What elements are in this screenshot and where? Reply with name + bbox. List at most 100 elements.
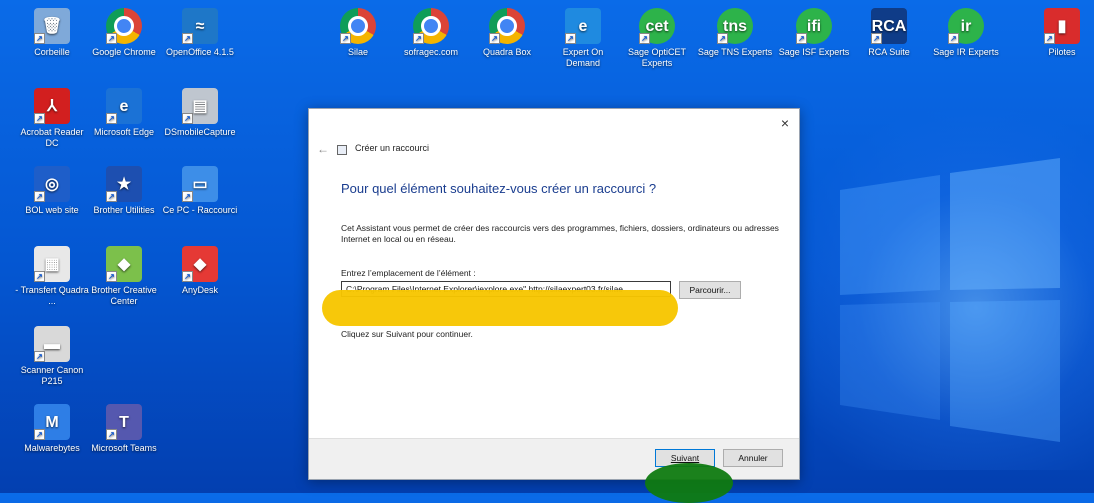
desktop-icon[interactable]: ▦ ↗ - Transfert Quadra ...	[14, 246, 90, 307]
shortcut-arrow-icon: ↗	[639, 33, 650, 44]
desktop-icon-label: Sage IR Experts	[933, 47, 999, 57]
shortcut-arrow-icon: ↗	[413, 33, 424, 44]
desktop-icon-label: Microsoft Edge	[93, 127, 155, 137]
dialog-description: Cet Assistant vous permet de créer des r…	[341, 223, 779, 244]
icon-glyph: ★	[116, 175, 132, 193]
desktop-icon-label: Expert On Demand	[562, 47, 604, 68]
desktop-icon[interactable]: ◎ ↗ BOL web site	[14, 166, 90, 216]
desktop-icon[interactable]: e ↗ Microsoft Edge	[86, 88, 162, 138]
desktop-icon-label: Sage TNS Experts	[697, 47, 773, 57]
desktop-icon[interactable]: ★ ↗ Brother Utilities	[86, 166, 162, 216]
shortcut-arrow-icon: ↗	[34, 191, 45, 202]
desktop-icon[interactable]: ▭ ↗ Ce PC - Raccourci	[162, 166, 238, 216]
desktop-icon[interactable]: ◆ ↗ AnyDesk	[162, 246, 238, 296]
desktop-icon[interactable]: tns ↗ Sage TNS Experts	[697, 8, 773, 58]
app-icon: ↗	[106, 8, 142, 44]
shortcut-icon	[337, 145, 347, 155]
icon-glyph: ≈	[195, 17, 205, 35]
icon-glyph: ifi	[806, 17, 822, 35]
shortcut-arrow-icon: ↗	[717, 33, 728, 44]
desktop-icon[interactable]: ◆ ↗ Brother Creative Center	[86, 246, 162, 307]
desktop-icon[interactable]: e ↗ Expert On Demand	[545, 8, 621, 69]
shortcut-arrow-icon: ↗	[489, 33, 500, 44]
shortcut-arrow-icon: ↗	[106, 271, 117, 282]
app-icon: ▤ ↗	[182, 88, 218, 124]
desktop-icon-label: RCA Suite	[868, 47, 910, 57]
desktop-icon[interactable]: ▤ ↗ DSmobileCapture	[162, 88, 238, 138]
desktop-icon[interactable]: T ↗ Microsoft Teams	[86, 404, 162, 454]
app-icon: tns ↗	[717, 8, 753, 44]
desktop-icon-label: DSmobileCapture	[164, 127, 236, 137]
desktop-icon-label: Sage ISF Experts	[778, 47, 850, 57]
desktop-icon-label: Sage OptiCET Experts	[627, 47, 687, 68]
icon-glyph: T	[119, 413, 129, 431]
app-icon: T ↗	[106, 404, 142, 440]
shortcut-arrow-icon: ↗	[948, 33, 959, 44]
app-icon: ir ↗	[948, 8, 984, 44]
icon-glyph: ◆	[193, 255, 207, 273]
shortcut-arrow-icon: ↗	[106, 429, 117, 440]
icon-glyph: tns	[723, 17, 747, 35]
desktop-icon[interactable]: ⅄ ↗ Acrobat Reader DC	[14, 88, 90, 149]
icon-glyph: ▦	[44, 255, 60, 273]
app-icon: ifi ↗	[796, 8, 832, 44]
desktop-icon-label: AnyDesk	[181, 285, 218, 295]
icon-glyph: 🗑	[41, 17, 63, 35]
desktop-icon-label: Pilotes	[1048, 47, 1076, 57]
shortcut-arrow-icon: ↗	[106, 191, 117, 202]
desktop-icon[interactable]: 🗑 ↗ Corbeille	[14, 8, 90, 58]
desktop-icon[interactable]: ifi ↗ Sage ISF Experts	[776, 8, 852, 58]
shortcut-arrow-icon: ↗	[182, 33, 193, 44]
shortcut-arrow-icon: ↗	[34, 429, 45, 440]
desktop-icon[interactable]: ↗ Quadra Box	[469, 8, 545, 58]
icon-glyph: M	[45, 413, 59, 431]
app-icon: ▭ ↗	[182, 166, 218, 202]
icon-glyph: cet	[645, 17, 669, 35]
desktop-icon[interactable]: ▬ ↗ Scanner Canon P215	[14, 326, 90, 387]
app-icon: ◆ ↗	[106, 246, 142, 282]
desktop-icon-label: Google Chrome	[92, 47, 156, 57]
app-icon: ↗	[340, 8, 376, 44]
desktop-icon-label: Quadra Box	[482, 47, 532, 57]
highlight-annotation	[645, 463, 733, 503]
shortcut-arrow-icon: ↗	[1044, 33, 1055, 44]
app-icon: M ↗	[34, 404, 70, 440]
icon-glyph: ir	[960, 17, 972, 35]
shortcut-arrow-icon: ↗	[340, 33, 351, 44]
desktop-icon[interactable]: ↗ Google Chrome	[86, 8, 162, 58]
desktop-icon[interactable]: RCA ↗ RCA Suite	[851, 8, 927, 58]
desktop-icon-label: Brother Utilities	[93, 205, 155, 215]
desktop-icon-label: Microsoft Teams	[91, 443, 157, 453]
app-icon: cet ↗	[639, 8, 675, 44]
app-icon: ◎ ↗	[34, 166, 70, 202]
icon-glyph: ⅄	[47, 97, 57, 115]
shortcut-arrow-icon: ↗	[34, 113, 45, 124]
desktop-icon[interactable]: cet ↗ Sage OptiCET Experts	[619, 8, 695, 69]
desktop-icon[interactable]: ▮ ↗ Pilotes	[1024, 8, 1094, 58]
desktop-icon[interactable]: ↗ sofragec.com	[393, 8, 469, 58]
back-arrow-icon[interactable]: ←	[317, 142, 329, 156]
shortcut-arrow-icon: ↗	[182, 191, 193, 202]
desktop-icon[interactable]: ≈ ↗ OpenOffice 4.1.5	[162, 8, 238, 58]
continue-hint: Cliquez sur Suivant pour continuer.	[341, 329, 473, 339]
icon-glyph: ▭	[192, 175, 208, 193]
icon-glyph: ▤	[192, 97, 208, 115]
desktop-icon-label: - Transfert Quadra ...	[15, 285, 89, 306]
desktop-icon[interactable]: M ↗ Malwarebytes	[14, 404, 90, 454]
desktop-icon-label: Acrobat Reader DC	[20, 127, 84, 148]
shortcut-arrow-icon: ↗	[871, 33, 882, 44]
cancel-button[interactable]: Annuler	[723, 449, 783, 467]
shortcut-arrow-icon: ↗	[34, 351, 45, 362]
desktop-icon-label: Silae	[347, 47, 368, 57]
browse-button[interactable]: Parcourir...	[679, 281, 741, 299]
desktop-icon-label: Malwarebytes	[24, 443, 80, 453]
desktop-icon[interactable]: ↗ Silae	[320, 8, 396, 58]
desktop-icon[interactable]: ir ↗ Sage IR Experts	[928, 8, 1004, 58]
close-icon[interactable]: ×	[781, 115, 789, 131]
desktop-icon-label: Ce PC - Raccourci	[162, 205, 238, 215]
desktop-icon-label: Corbeille	[34, 47, 70, 57]
icon-glyph: e	[578, 17, 588, 35]
shortcut-arrow-icon: ↗	[106, 113, 117, 124]
desktop-icon-label: OpenOffice 4.1.5	[166, 47, 234, 57]
windows-logo-wallpaper	[840, 158, 1060, 442]
